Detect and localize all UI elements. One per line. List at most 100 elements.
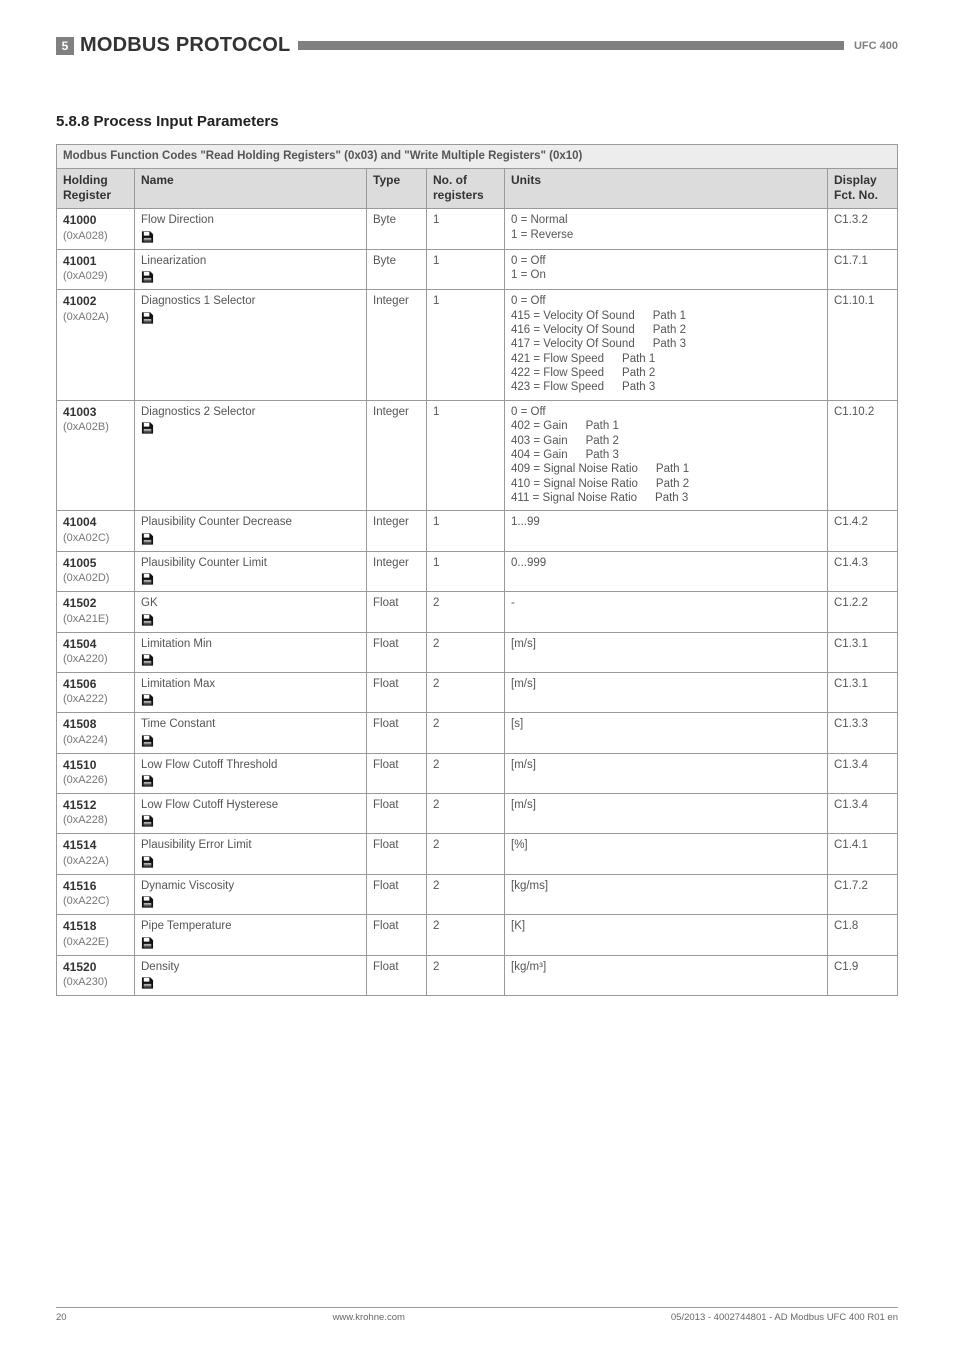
cell-register: 41506(0xA222) [57, 672, 135, 712]
save-icon [141, 572, 154, 586]
cell-register: 41514(0xA22A) [57, 834, 135, 874]
cell-type: Integer [367, 290, 427, 401]
cell-display-fct: C1.8 [828, 915, 898, 955]
cell-units: - [505, 592, 828, 632]
cell-name: Diagnostics 2 Selector [135, 400, 367, 511]
cell-display-fct: C1.3.4 [828, 794, 898, 834]
table-row: 41514(0xA22A)Plausibility Error LimitFlo… [57, 834, 898, 874]
cell-units: [s] [505, 713, 828, 753]
cell-register: 41001(0xA029) [57, 249, 135, 289]
col-name: Name [135, 169, 367, 209]
cell-nregs: 1 [427, 511, 505, 551]
cell-name: Plausibility Counter Decrease [135, 511, 367, 551]
cell-register: 41516(0xA22C) [57, 874, 135, 914]
cell-name: Linearization [135, 249, 367, 289]
cell-units: [m/s] [505, 753, 828, 793]
cell-type: Byte [367, 249, 427, 289]
cell-type: Float [367, 753, 427, 793]
table-row: 41005(0xA02D)Plausibility Counter LimitI… [57, 551, 898, 591]
table-row: 41504(0xA220)Limitation MinFloat2[m/s]C1… [57, 632, 898, 672]
cell-name: Density [135, 955, 367, 995]
col-display-fct: Display Fct. No. [828, 169, 898, 209]
cell-name: GK [135, 592, 367, 632]
cell-units: 0...999 [505, 551, 828, 591]
header-rule [298, 41, 844, 50]
cell-register: 41004(0xA02C) [57, 511, 135, 551]
cell-nregs: 1 [427, 209, 505, 249]
save-icon [141, 653, 154, 667]
table-row: 41510(0xA226)Low Flow Cutoff ThresholdFl… [57, 753, 898, 793]
save-icon [141, 814, 154, 828]
save-icon [141, 855, 154, 869]
cell-name: Plausibility Error Limit [135, 834, 367, 874]
cell-display-fct: C1.3.3 [828, 713, 898, 753]
cell-type: Byte [367, 209, 427, 249]
cell-name: Dynamic Viscosity [135, 874, 367, 914]
cell-register: 41510(0xA226) [57, 753, 135, 793]
cell-type: Float [367, 672, 427, 712]
cell-units: 0 = Off1 = On [505, 249, 828, 289]
save-icon [141, 693, 154, 707]
cell-nregs: 2 [427, 632, 505, 672]
cell-units: [m/s] [505, 672, 828, 712]
cell-units: [%] [505, 834, 828, 874]
registers-table: Modbus Function Codes "Read Holding Regi… [56, 144, 898, 996]
cell-name: Plausibility Counter Limit [135, 551, 367, 591]
cell-register: 41504(0xA220) [57, 632, 135, 672]
table-row: 41000(0xA028)Flow DirectionByte10 = Norm… [57, 209, 898, 249]
cell-name: Limitation Min [135, 632, 367, 672]
cell-nregs: 2 [427, 834, 505, 874]
cell-type: Float [367, 915, 427, 955]
cell-register: 41000(0xA028) [57, 209, 135, 249]
cell-nregs: 2 [427, 672, 505, 712]
cell-register: 41518(0xA22E) [57, 915, 135, 955]
save-icon [141, 421, 154, 435]
cell-display-fct: C1.9 [828, 955, 898, 995]
cell-units: [kg/m³] [505, 955, 828, 995]
table-row: 41002(0xA02A)Diagnostics 1 SelectorInteg… [57, 290, 898, 401]
cell-units: 0 = Off415 = Velocity Of SoundPath 1416 … [505, 290, 828, 401]
cell-nregs: 1 [427, 400, 505, 511]
cell-name: Limitation Max [135, 672, 367, 712]
cell-display-fct: C1.7.2 [828, 874, 898, 914]
cell-type: Float [367, 794, 427, 834]
cell-type: Float [367, 834, 427, 874]
section-heading: 5.8.8 Process Input Parameters [56, 113, 898, 130]
document-id: UFC 400 [854, 40, 898, 52]
footer-docref: 05/2013 - 4002744801 - AD Modbus UFC 400… [671, 1312, 898, 1323]
cell-display-fct: C1.3.1 [828, 672, 898, 712]
cell-display-fct: C1.3.4 [828, 753, 898, 793]
cell-units: 0 = Normal1 = Reverse [505, 209, 828, 249]
table-row: 41512(0xA228)Low Flow Cutoff HystereseFl… [57, 794, 898, 834]
table-row: 41003(0xA02B)Diagnostics 2 SelectorInteg… [57, 400, 898, 511]
cell-display-fct: C1.3.1 [828, 632, 898, 672]
cell-type: Float [367, 955, 427, 995]
cell-display-fct: C1.2.2 [828, 592, 898, 632]
cell-nregs: 1 [427, 249, 505, 289]
save-icon [141, 230, 154, 244]
save-icon [141, 774, 154, 788]
cell-register: 41520(0xA230) [57, 955, 135, 995]
chapter-title: MODBUS PROTOCOL [80, 34, 290, 57]
table-row: 41004(0xA02C)Plausibility Counter Decrea… [57, 511, 898, 551]
cell-register: 41002(0xA02A) [57, 290, 135, 401]
cell-units: 1...99 [505, 511, 828, 551]
table-row: 41502(0xA21E)GKFloat2-C1.2.2 [57, 592, 898, 632]
cell-nregs: 2 [427, 592, 505, 632]
cell-nregs: 2 [427, 874, 505, 914]
cell-register: 41512(0xA228) [57, 794, 135, 834]
cell-display-fct: C1.10.2 [828, 400, 898, 511]
col-num-registers: No. of registers [427, 169, 505, 209]
cell-type: Integer [367, 551, 427, 591]
cell-type: Float [367, 713, 427, 753]
cell-register: 41003(0xA02B) [57, 400, 135, 511]
cell-register: 41502(0xA21E) [57, 592, 135, 632]
cell-display-fct: C1.7.1 [828, 249, 898, 289]
col-units: Units [505, 169, 828, 209]
table-row: 41520(0xA230)DensityFloat2[kg/m³]C1.9 [57, 955, 898, 995]
footer-site: www.krohne.com [333, 1312, 405, 1323]
save-icon [141, 270, 154, 284]
cell-register: 41005(0xA02D) [57, 551, 135, 591]
page-footer: 20 www.krohne.com 05/2013 - 4002744801 -… [56, 1307, 898, 1323]
cell-display-fct: C1.4.3 [828, 551, 898, 591]
